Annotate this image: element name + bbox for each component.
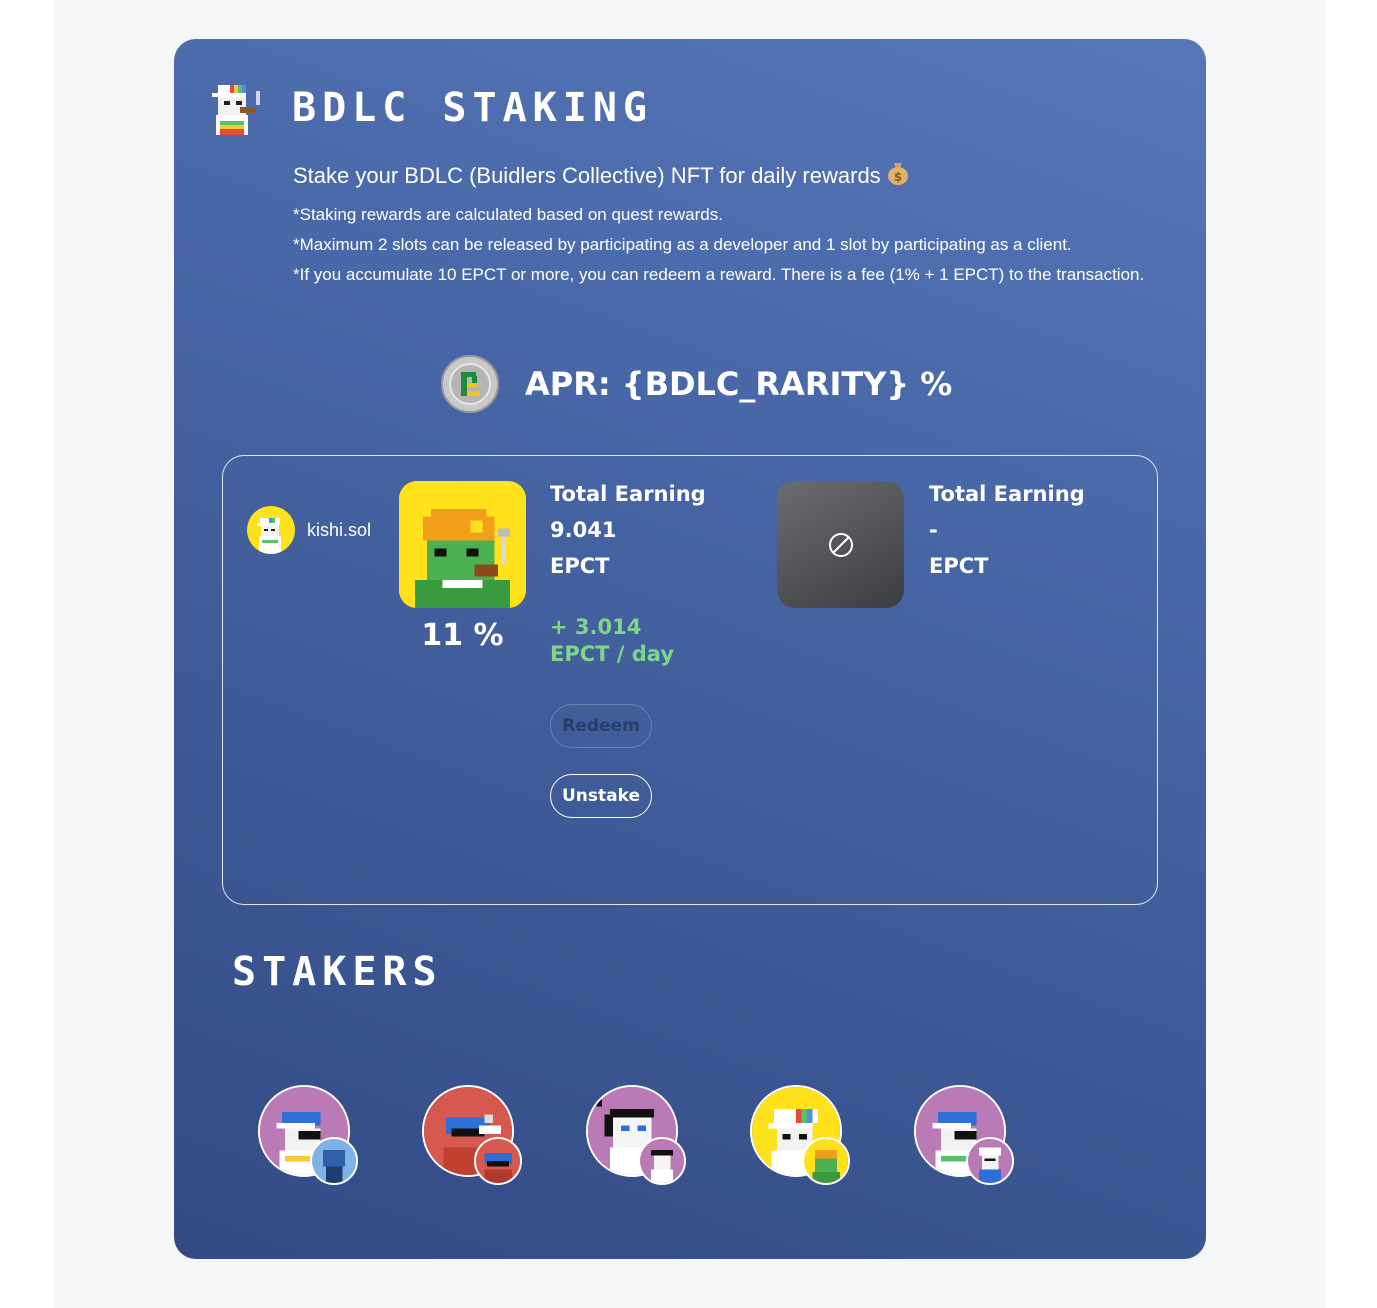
staker-user-avatar: [802, 1137, 850, 1185]
unstake-button[interactable]: Unstake: [550, 774, 652, 818]
subtitle-text: Stake your BDLC (Buidlers Collective) NF…: [293, 163, 881, 188]
total-earning-slot-2: Total Earning - EPCT: [929, 476, 1085, 584]
apr-row: APR: {BDLC_RARITY} %: [441, 354, 952, 414]
staker-avatar[interactable]: [914, 1085, 1018, 1189]
prohibited-icon: [828, 532, 853, 557]
staker-avatar[interactable]: [586, 1085, 690, 1189]
money-bag-icon: $: [887, 161, 909, 191]
subtitle: Stake your BDLC (Buidlers Collective) NF…: [293, 161, 909, 191]
earning-unit: EPCT: [929, 554, 989, 578]
staker-avatar[interactable]: [750, 1085, 854, 1189]
earning-value: 9.041: [550, 518, 617, 542]
daily-amount: + 3.014: [550, 615, 642, 639]
stakers-title: STAKERS: [232, 949, 443, 995]
empty-nft-slot[interactable]: [777, 481, 904, 608]
earning-label: Total Earning: [550, 482, 706, 506]
username: kishi.sol: [307, 519, 372, 540]
apr-value: APR: {BDLC_RARITY} %: [525, 365, 953, 403]
staker-user-avatar: [474, 1137, 522, 1185]
earning-value: -: [929, 518, 938, 542]
staked-nft-image[interactable]: [399, 481, 526, 608]
svg-text:$: $: [894, 170, 902, 184]
staker-user-avatar: [310, 1137, 358, 1185]
redeem-button[interactable]: Redeem: [550, 704, 652, 748]
earning-unit: EPCT: [550, 554, 610, 578]
user-profile[interactable]: kishi.sol: [247, 506, 371, 554]
staker-avatar[interactable]: [422, 1085, 526, 1189]
note-item: *Staking rewards are calculated based on…: [293, 205, 723, 224]
staking-slots-panel: kishi.sol 11 % Total Earning 9.041 EPCT …: [222, 455, 1158, 905]
bdlc-character-icon: [212, 85, 260, 135]
staker-avatar[interactable]: [258, 1085, 362, 1189]
staking-notes: *Staking rewards are calculated based on…: [293, 203, 1153, 293]
page-title: BDLC STAKING: [292, 85, 653, 131]
nft-rarity: 11 %: [421, 618, 504, 653]
note-item: *Maximum 2 slots can be released by part…: [293, 235, 1072, 254]
avatar: [247, 506, 295, 554]
staker-user-avatar: [966, 1137, 1014, 1185]
earning-label: Total Earning: [929, 482, 1085, 506]
epct-coin-icon: [441, 355, 499, 413]
daily-unit: EPCT / day: [550, 642, 675, 666]
staker-user-avatar: [638, 1137, 686, 1185]
daily-reward: + 3.014 EPCT / day: [550, 614, 674, 668]
total-earning-slot-1: Total Earning 9.041 EPCT: [550, 476, 706, 584]
staking-card: BDLC STAKING Stake your BDLC (Buidlers C…: [174, 39, 1206, 1259]
note-item: *If you accumulate 10 EPCT or more, you …: [293, 265, 1145, 284]
